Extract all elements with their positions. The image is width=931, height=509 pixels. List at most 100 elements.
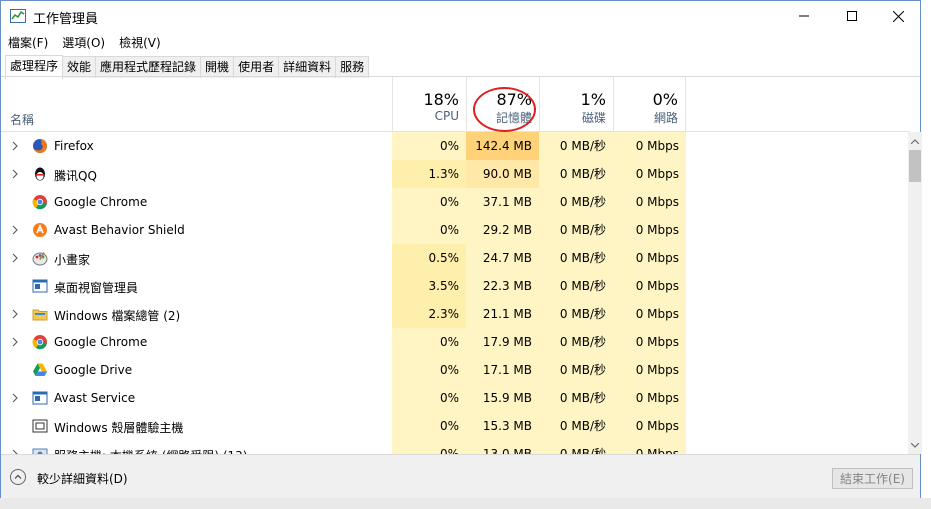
process-row[interactable]: 騰讯QQ 1.3% 90.0 MB 0 MB/秒 0 Mbps <box>1 160 908 188</box>
disk-label: 磁碟 <box>581 111 606 125</box>
process-name: Google Drive <box>54 363 133 377</box>
process-disk: 0 MB/秒 <box>539 356 613 384</box>
avast-icon <box>32 222 48 238</box>
process-disk: 0 MB/秒 <box>539 440 613 454</box>
expand-chevron-icon[interactable] <box>11 336 19 347</box>
process-memory: 22.3 MB <box>466 272 539 300</box>
tab-performance[interactable]: 效能 <box>62 56 97 78</box>
column-cpu[interactable]: 18% CPU <box>392 77 466 131</box>
service-host-icon <box>32 446 48 454</box>
task-manager-window: 工作管理員 檔案(F) 選項(O) 檢視(V) 處理程序 效能 應用程式歷程記錄… <box>0 0 922 499</box>
fewer-details-link[interactable]: 較少詳細資料(D) <box>37 470 128 487</box>
window-title: 工作管理員 <box>33 12 99 27</box>
process-row[interactable]: 服務主機: 本機系統 (網路受限) (13) 0%13.0 MB0 MB/秒0 M… <box>1 440 908 454</box>
expand-chevron-icon[interactable] <box>11 392 19 403</box>
process-memory: 15.9 MB <box>466 384 539 412</box>
process-row[interactable]: Google Chrome 0% 17.9 MB 0 MB/秒 0 Mbps <box>1 328 908 356</box>
process-memory: 29.2 MB <box>466 216 539 244</box>
tab-users[interactable]: 使用者 <box>233 56 280 78</box>
process-network: 0 Mbps <box>613 132 686 160</box>
column-name[interactable]: 名稱 <box>10 111 34 128</box>
paint-icon <box>32 250 48 266</box>
shell-host-icon <box>32 418 48 434</box>
process-network: 0 Mbps <box>613 384 686 412</box>
process-memory: 90.0 MB <box>466 160 539 188</box>
process-disk: 0 MB/秒 <box>539 216 613 244</box>
process-cpu: 0% <box>392 188 466 216</box>
desktop-background-strip <box>0 498 931 509</box>
expand-chevron-icon[interactable] <box>11 252 19 263</box>
firefox-icon <box>32 138 48 154</box>
process-row[interactable]: Avast Service 0% 15.9 MB 0 MB/秒 0 Mbps <box>1 384 908 412</box>
process-row[interactable]: 桌面視窗管理員 3.5% 22.3 MB 0 MB/秒 0 Mbps <box>1 272 908 300</box>
process-disk: 0 MB/秒 <box>539 244 613 272</box>
process-disk: 0 MB/秒 <box>539 328 613 356</box>
dwm-icon <box>32 278 48 294</box>
column-disk[interactable]: 1% 磁碟 <box>539 77 613 131</box>
memory-highlight-circle <box>473 87 536 132</box>
process-disk: 0 MB/秒 <box>539 300 613 328</box>
process-name: 桌面視窗管理員 <box>54 281 139 295</box>
network-label: 網路 <box>653 111 678 125</box>
drive-icon <box>32 362 48 378</box>
end-task-button[interactable]: 結束工作(E) <box>832 468 913 489</box>
process-row[interactable]: Avast Behavior Shield 0% 29.2 MB 0 MB/秒 0 Mb… <box>1 216 908 244</box>
vertical-scrollbar[interactable] <box>908 132 922 454</box>
process-name: Avast Service <box>54 391 136 405</box>
process-network: 0 Mbps <box>613 216 686 244</box>
tab-startup[interactable]: 開機 <box>200 56 235 78</box>
process-disk: 0 MB/秒 <box>539 160 613 188</box>
process-disk: 0 MB/秒 <box>539 384 613 412</box>
maximize-button[interactable] <box>829 1 875 31</box>
network-total: 0% <box>652 90 678 109</box>
process-name: Google Chrome <box>54 195 148 209</box>
qq-icon <box>32 166 48 182</box>
process-cpu: 2.3% <box>392 300 466 328</box>
scroll-up-icon[interactable] <box>908 134 922 148</box>
process-network: 0 Mbps <box>613 272 686 300</box>
menu-view[interactable]: 檢視(V) <box>112 32 168 52</box>
column-network[interactable]: 0% 網路 <box>613 77 686 131</box>
scroll-thumb[interactable] <box>909 150 921 182</box>
process-name: Avast Behavior Shield <box>54 223 185 237</box>
menu-options[interactable]: 選項(O) <box>55 32 112 52</box>
process-cpu: 0% <box>392 440 466 454</box>
process-name: Windows 殼層體驗主機 <box>54 421 184 435</box>
process-network: 0 Mbps <box>613 328 686 356</box>
process-memory: 37.1 MB <box>466 188 539 216</box>
process-disk: 0 MB/秒 <box>539 412 613 440</box>
process-row[interactable]: Google Chrome 0% 37.1 MB 0 MB/秒 0 Mbps <box>1 188 908 216</box>
expand-chevron-icon[interactable] <box>11 168 19 179</box>
service-icon <box>32 390 48 406</box>
process-disk: 0 MB/秒 <box>539 132 613 160</box>
close-button[interactable] <box>875 1 921 31</box>
process-name: Firefox <box>54 139 94 153</box>
process-row[interactable]: Firefox 0% 142.4 MB 0 MB/秒 0 Mbps <box>1 132 908 160</box>
process-disk: 0 MB/秒 <box>539 272 613 300</box>
process-row[interactable]: Google Drive 0% 17.1 MB 0 MB/秒 0 Mbps <box>1 356 908 384</box>
process-memory: 15.3 MB <box>466 412 539 440</box>
expand-chevron-icon[interactable] <box>11 140 19 151</box>
process-list: Firefox 0% 142.4 MB 0 MB/秒 0 Mbps 騰讯QQ 1.3% 90.… <box>1 132 908 454</box>
menu-file[interactable]: 檔案(F) <box>1 32 55 52</box>
tab-services[interactable]: 服務 <box>335 56 370 78</box>
process-row[interactable]: 小畫家 0.5% 24.7 MB 0 MB/秒 0 Mbps <box>1 244 908 272</box>
process-row[interactable]: Windows 殼層體驗主機 0% 15.3 MB 0 MB/秒 0 Mbps <box>1 412 908 440</box>
expand-chevron-icon[interactable] <box>11 308 19 319</box>
tab-app-history[interactable]: 應用程式歷程記錄 <box>95 56 202 78</box>
process-memory: 17.1 MB <box>466 356 539 384</box>
column-header: 名稱 18% CPU 87% 記憶體 1% 磁碟 0% 網路 <box>1 77 910 132</box>
process-name: Windows 檔案總管 (2) <box>54 309 181 323</box>
minimize-button[interactable] <box>781 1 827 31</box>
process-row[interactable]: Windows 檔案總管 (2) 2.3% 21.1 MB 0 MB/秒 0 Mbps <box>1 300 908 328</box>
title-bar: 工作管理員 <box>1 1 920 31</box>
tab-details[interactable]: 詳細資料 <box>278 56 337 78</box>
collapse-up-icon[interactable] <box>10 469 26 485</box>
process-disk: 0 MB/秒 <box>539 188 613 216</box>
expand-chevron-icon[interactable] <box>11 224 19 235</box>
explorer-icon <box>32 306 48 322</box>
process-cpu: 0% <box>392 328 466 356</box>
scroll-down-icon[interactable] <box>908 438 922 452</box>
process-memory: 142.4 MB <box>466 132 539 160</box>
process-network: 0 Mbps <box>613 188 686 216</box>
